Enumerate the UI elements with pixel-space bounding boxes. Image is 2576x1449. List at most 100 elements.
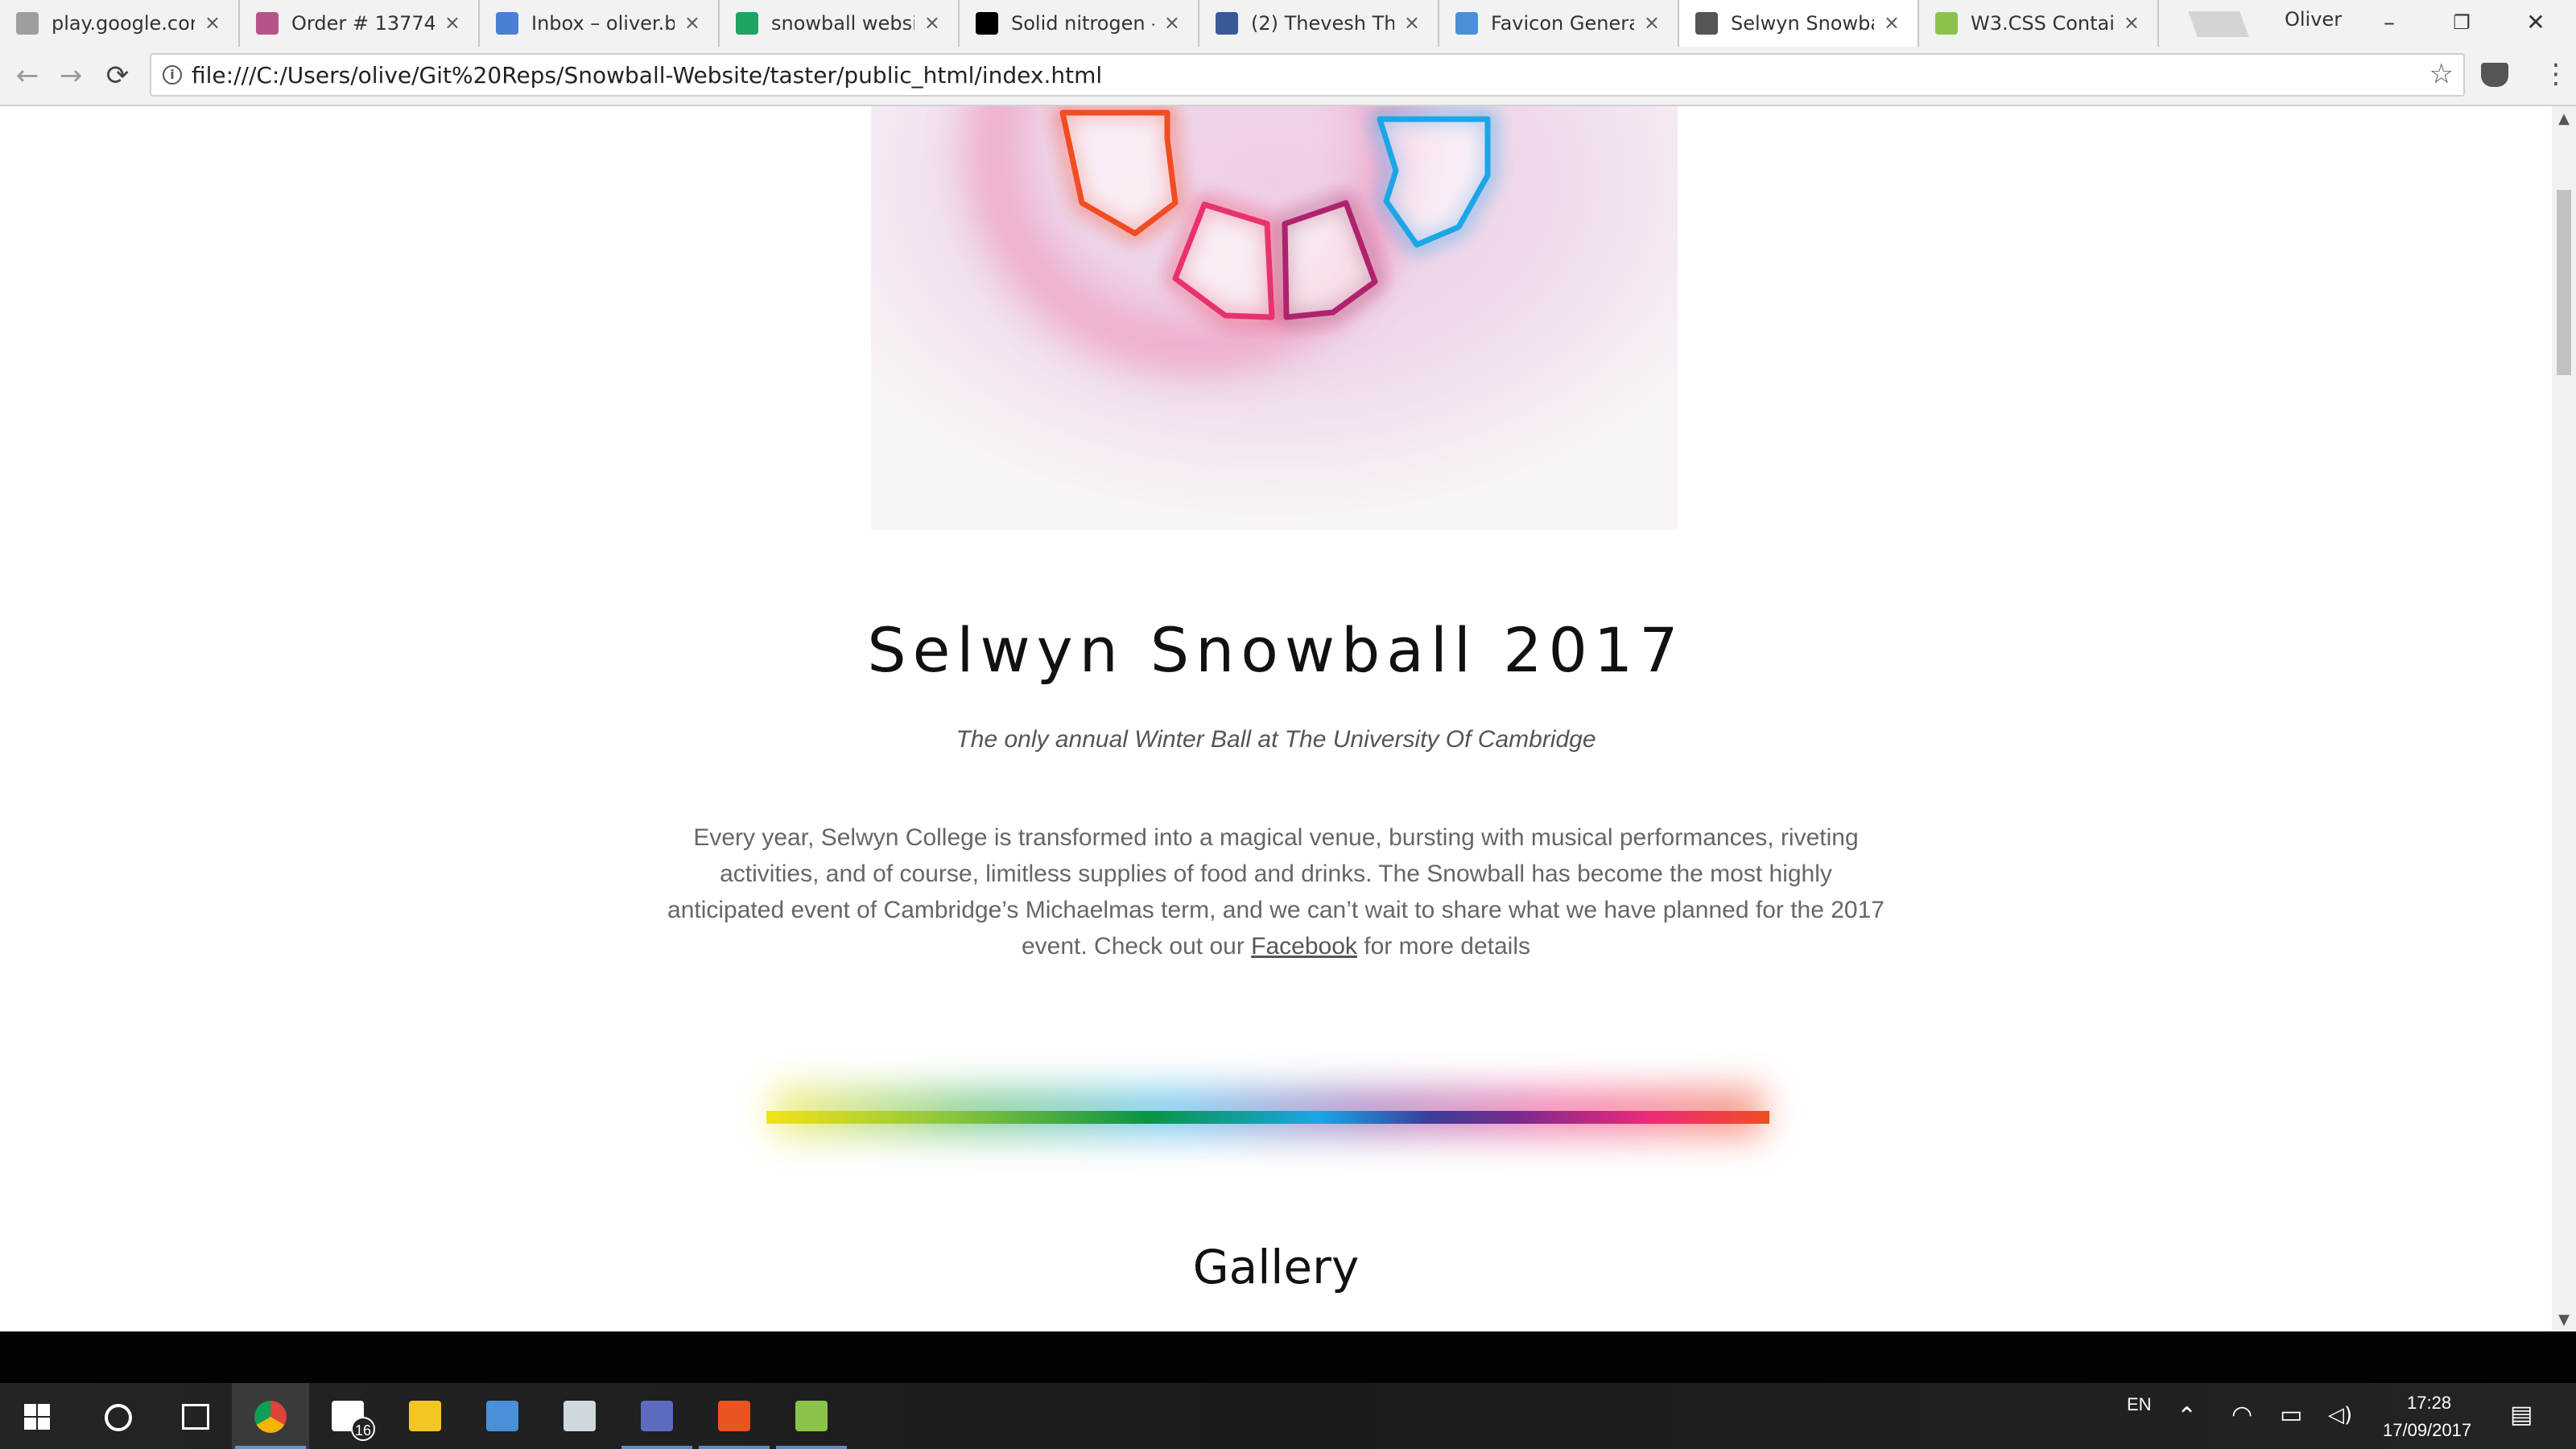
page-scrollbar[interactable]: ▲ ▼ — [2552, 106, 2576, 1331]
chrome-icon — [254, 1401, 287, 1433]
taskbar-button[interactable] — [77, 1383, 155, 1449]
snowball-logo — [1059, 109, 1491, 320]
minimize-button[interactable]: – — [2365, 5, 2413, 40]
taskbar-button[interactable] — [386, 1383, 464, 1449]
tab-close-icon[interactable]: × — [444, 10, 460, 35]
taskbar-button[interactable] — [696, 1383, 773, 1449]
clock-date[interactable]: 17/09/2017 — [2383, 1420, 2471, 1441]
browser-menu-icon[interactable]: ⋮ — [2542, 56, 2570, 92]
intro-text-end: for more details — [1356, 933, 1530, 960]
favicon-generator-icon — [1455, 12, 1478, 35]
tray-chevron-icon[interactable]: ⌃ — [2177, 1402, 2197, 1431]
tab-close-icon[interactable]: × — [2124, 10, 2140, 35]
file-icon — [1695, 12, 1718, 35]
browser-tab[interactable]: W3.CSS Containe × — [1919, 0, 2159, 47]
tagline: The only annual Winter Ball at The Unive… — [956, 726, 1596, 753]
browser-tab[interactable]: snowball website × — [720, 0, 960, 47]
browser-tab[interactable]: Solid nitrogen - W × — [960, 0, 1199, 47]
task-view-icon — [182, 1404, 209, 1430]
taskbar-button[interactable]: 16 — [309, 1383, 386, 1449]
cortana-search-icon — [105, 1404, 132, 1431]
logo-segment-mid-right — [1282, 200, 1378, 320]
url-text[interactable]: file:///C:/Users/olive/Git%20Reps/Snowba… — [192, 63, 1102, 89]
logo-segment-right — [1377, 116, 1491, 248]
scroll-down-arrow[interactable]: ▼ — [2552, 1311, 2576, 1330]
tab-close-icon[interactable]: × — [1644, 10, 1660, 35]
page-title: Selwyn Snowball 2017 — [867, 613, 1685, 686]
browser-tab[interactable]: (2) Thevesh Thev × — [1199, 0, 1439, 47]
new-tab-button[interactable] — [2188, 11, 2249, 37]
tab-close-icon[interactable]: × — [204, 10, 221, 35]
tab-title: Order # 137742 — [291, 12, 435, 35]
tab-close-icon[interactable]: × — [1884, 10, 1900, 35]
hero-image — [871, 106, 1678, 530]
ubuntu-icon — [718, 1401, 750, 1431]
back-button[interactable]: ← — [11, 60, 43, 92]
taskbar-button[interactable] — [232, 1383, 309, 1449]
clock-time[interactable]: 17:28 — [2407, 1393, 2451, 1414]
bookmark-star-icon[interactable]: ☆ — [2429, 58, 2454, 90]
restore-button[interactable]: ❐ — [2438, 5, 2486, 40]
outlook-icon — [486, 1401, 518, 1431]
w3schools-icon — [1935, 12, 1958, 35]
info-icon[interactable]: i — [163, 65, 182, 85]
tab-title: play.google.com — [52, 12, 195, 35]
taskbar-button[interactable] — [541, 1383, 618, 1449]
forward-button[interactable]: → — [55, 60, 87, 92]
windows-taskbar: 16 EN ⌃ ◠ ▭ ◁) 17:28 17/09/2017 ▤ — [0, 1383, 2576, 1449]
language-indicator[interactable]: EN — [2127, 1394, 2152, 1415]
mail-icon — [496, 12, 518, 35]
taskbar-button[interactable] — [155, 1383, 232, 1449]
address-bar[interactable]: i file:///C:/Users/olive/Git%20Reps/Snow… — [150, 53, 2465, 97]
mail-badge: 16 — [351, 1417, 375, 1441]
browser-tab[interactable]: play.google.com × — [0, 0, 240, 47]
rainbow-divider — [766, 1111, 1769, 1124]
volume-icon[interactable]: ◁) — [2328, 1401, 2352, 1430]
facebook-link[interactable]: Facebook — [1251, 933, 1357, 960]
battery-icon[interactable]: ▭ — [2280, 1401, 2302, 1430]
google-play-icon — [16, 12, 39, 35]
profile-button[interactable]: Oliver — [2285, 8, 2342, 31]
browser-tab[interactable]: Order # 137742 × — [240, 0, 480, 47]
scroll-up-arrow[interactable]: ▲ — [2552, 109, 2576, 129]
taskbar-button[interactable] — [773, 1383, 850, 1449]
tab-title: Favicon Generato — [1491, 12, 1634, 35]
intro-paragraph: Every year, Selwyn College is transforme… — [660, 819, 1892, 964]
tab-title: snowball website — [771, 12, 914, 35]
windows-logo-icon — [24, 1404, 50, 1430]
file-explorer-icon — [409, 1401, 441, 1431]
tab-close-icon[interactable]: × — [924, 10, 940, 35]
tab-close-icon[interactable]: × — [1164, 10, 1180, 35]
visual-studio-icon — [641, 1401, 673, 1431]
printer-app-icon — [564, 1401, 596, 1431]
browser-toolbar: ← → ⟳ i file:///C:/Users/olive/Git%20Rep… — [0, 47, 2576, 106]
pocket-icon[interactable] — [2481, 63, 2508, 87]
notifications-icon[interactable]: ▤ — [2510, 1401, 2533, 1430]
browser-tab[interactable]: Favicon Generato × — [1439, 0, 1679, 47]
logo-segment-mid-left — [1172, 201, 1275, 320]
logo-segment-left — [1059, 109, 1179, 237]
gallery-heading: Gallery — [1192, 1240, 1360, 1294]
taskbar-button[interactable] — [464, 1383, 541, 1449]
start-button[interactable] — [0, 1383, 77, 1449]
tab-title: Inbox – oliver.bla — [531, 12, 675, 35]
order-icon — [256, 12, 279, 35]
tab-close-icon[interactable]: × — [1404, 10, 1420, 35]
scroll-thumb[interactable] — [2557, 190, 2571, 375]
tab-title: W3.CSS Containe — [1971, 12, 2114, 35]
tab-title: Selwyn Snowball — [1731, 12, 1874, 35]
reload-button[interactable]: ⟳ — [101, 60, 134, 92]
tab-title: Solid nitrogen - W — [1011, 12, 1154, 35]
page-viewport: Selwyn Snowball 2017 The only annual Win… — [0, 106, 2552, 1331]
network-icon[interactable]: ◠ — [2231, 1401, 2252, 1430]
tab-close-icon[interactable]: × — [684, 10, 700, 35]
tab-strip: play.google.com × Order # 137742 × Inbox – o… — [0, 0, 2576, 47]
close-window-button[interactable]: ✕ — [2512, 5, 2560, 40]
google-drive-icon — [736, 12, 758, 35]
browser-tab[interactable]: Selwyn Snowball × — [1679, 0, 1919, 47]
taskbar-button[interactable] — [618, 1383, 696, 1449]
gallery-section-dark — [0, 1331, 2576, 1383]
notepad-plus-icon — [795, 1401, 828, 1431]
facebook-icon — [1216, 12, 1238, 35]
browser-tab[interactable]: Inbox – oliver.bla × — [480, 0, 720, 47]
